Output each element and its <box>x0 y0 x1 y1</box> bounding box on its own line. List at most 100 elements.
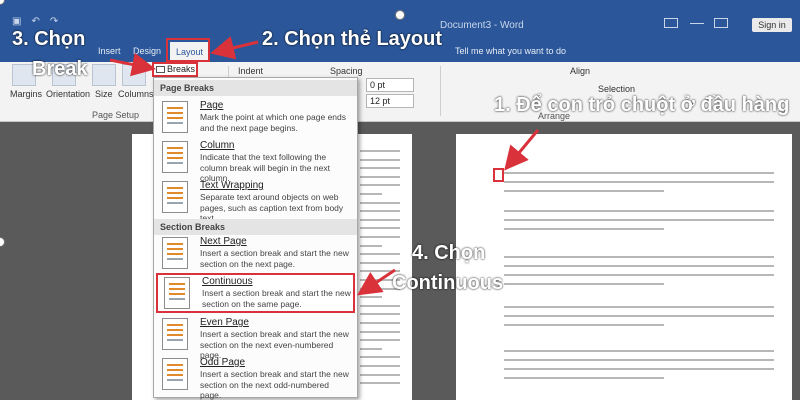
menu-item-continuous[interactable]: Continuous Insert a section break and st… <box>156 273 355 313</box>
maximize-icon[interactable] <box>714 18 728 28</box>
text-line <box>504 256 774 258</box>
size-button[interactable]: Size <box>95 89 113 99</box>
spacing-after-input[interactable]: 12 pt <box>366 94 414 108</box>
text-line <box>360 193 382 195</box>
breaks-icon <box>156 66 165 73</box>
text-line <box>360 218 400 221</box>
breaks-label: Breaks <box>167 64 196 74</box>
next-page-section-icon <box>162 237 188 269</box>
sign-in-button[interactable]: Sign in <box>752 18 792 32</box>
text-line <box>360 227 400 230</box>
text-line <box>360 339 400 342</box>
layout-tab-highlight <box>166 38 210 62</box>
menu-item-description: Insert a section break and start the new… <box>200 369 349 400</box>
text-line <box>360 382 400 385</box>
spacing-before-input[interactable]: 0 pt <box>366 78 414 92</box>
text-line <box>504 228 664 230</box>
columns-icon[interactable] <box>122 64 146 86</box>
continuous-section-icon <box>164 277 190 309</box>
indent-label: Indent <box>238 66 264 76</box>
menu-item-title: Column <box>200 140 235 151</box>
align-button[interactable]: Align <box>570 66 590 76</box>
text-line <box>360 201 400 204</box>
window-title: Document3 - Word <box>440 20 524 31</box>
text-line <box>360 365 400 367</box>
odd-page-section-icon <box>162 358 188 390</box>
quick-access-toolbar: ▣ ↶ ↷ <box>12 16 58 27</box>
text-line <box>504 219 774 221</box>
ribbon-display-icon[interactable] <box>664 18 678 28</box>
menu-item-odd-page[interactable]: Odd Page Insert a section break and star… <box>156 356 355 400</box>
text-line <box>504 368 774 370</box>
redo-icon[interactable]: ↷ <box>50 16 58 27</box>
menu-item-even-page[interactable]: Even Page Insert a section break and sta… <box>156 316 355 360</box>
text-line <box>360 236 400 238</box>
text-line <box>504 315 774 317</box>
page-setup-group-label: Page Setup <box>92 110 140 120</box>
save-icon[interactable]: ▣ <box>12 16 21 27</box>
text-line <box>504 172 774 174</box>
section-breaks-header: Section Breaks <box>154 219 357 235</box>
callout-step4-line1: 4. Chọn <box>412 242 486 264</box>
text-line <box>504 190 664 192</box>
text-line <box>360 150 400 152</box>
callout-step3-line2: Break <box>32 58 88 80</box>
callout-step2: 2. Chọn thẻ Layout <box>262 28 442 50</box>
columns-button[interactable]: Columns <box>118 89 154 99</box>
text-line <box>504 274 774 276</box>
tab-insert[interactable]: Insert <box>98 46 121 56</box>
selection-pane-button[interactable]: Selection <box>598 84 635 94</box>
menu-item-description: Insert a section break and start the new… <box>200 248 349 269</box>
text-line <box>360 175 400 178</box>
callout-step4-line2: Continuous <box>392 272 504 294</box>
size-icon[interactable] <box>92 64 116 86</box>
text-line <box>360 210 400 213</box>
page-breaks-header: Page Breaks <box>154 80 357 96</box>
callout-step3-line1: 3. Chọn <box>12 28 86 50</box>
text-line <box>504 181 774 183</box>
text-line <box>360 244 382 247</box>
cursor-position-marker <box>493 168 504 182</box>
menu-item-text-wrapping[interactable]: Text Wrapping Separate text around objec… <box>156 179 355 223</box>
menu-item-description: Mark the point at which one page ends an… <box>200 112 347 133</box>
menu-item-description: Insert a section break and start the new… <box>202 288 351 309</box>
page-break-icon <box>162 101 188 133</box>
undo-icon[interactable]: ↶ <box>31 16 39 27</box>
menu-item-title: Even Page <box>200 317 249 328</box>
orientation-button[interactable]: Orientation <box>46 89 90 99</box>
tell-me-search[interactable]: Tell me what you want to do <box>455 46 566 56</box>
text-line <box>360 356 400 359</box>
text-line <box>360 167 400 170</box>
margins-button[interactable]: Margins <box>10 89 42 99</box>
selection-handle[interactable] <box>395 10 405 20</box>
breaks-button[interactable]: Breaks <box>152 62 198 77</box>
text-line <box>360 261 400 264</box>
text-line <box>360 184 400 187</box>
text-line <box>504 359 774 361</box>
minimize-icon[interactable] <box>690 18 704 24</box>
menu-item-title: Page <box>200 100 224 111</box>
text-line <box>360 373 400 376</box>
text-line <box>360 322 400 324</box>
text-line <box>360 158 400 161</box>
spacing-label: Spacing <box>330 66 363 76</box>
menu-item-column[interactable]: Column Indicate that the text following … <box>156 139 355 183</box>
text-line <box>360 347 382 350</box>
menu-item-title: Odd Page <box>200 357 246 368</box>
text-line <box>504 324 664 326</box>
tab-design[interactable]: Design <box>133 46 161 56</box>
column-break-icon <box>162 141 188 173</box>
ribbon-divider <box>440 66 441 116</box>
menu-item-next-page[interactable]: Next Page Insert a section break and sta… <box>156 235 355 273</box>
text-line <box>360 313 400 316</box>
text-line <box>504 306 774 308</box>
menu-item-title: Continuous <box>202 276 253 287</box>
menu-item-page[interactable]: Page Mark the point at which one page en… <box>156 99 355 139</box>
menu-item-title: Next Page <box>200 236 247 247</box>
even-page-section-icon <box>162 318 188 350</box>
text-line <box>360 304 400 307</box>
text-line <box>360 330 400 333</box>
callout-step1: 1. Để con trỏ chuột ở đầu hàng <box>494 94 790 116</box>
text-line <box>360 253 400 256</box>
text-line <box>360 296 382 299</box>
